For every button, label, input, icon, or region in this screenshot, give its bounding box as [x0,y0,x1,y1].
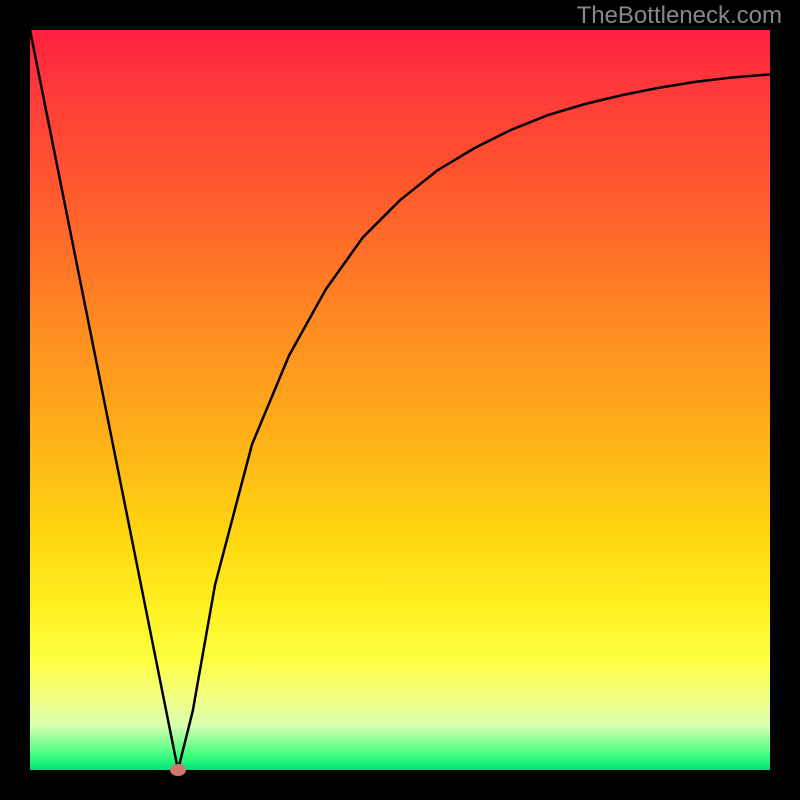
bottleneck-curve-line [30,30,770,770]
watermark-text: TheBottleneck.com [577,2,782,30]
curve-svg [30,30,770,770]
chart-container: TheBottleneck.com [0,0,800,800]
optimal-point-marker [170,764,186,776]
